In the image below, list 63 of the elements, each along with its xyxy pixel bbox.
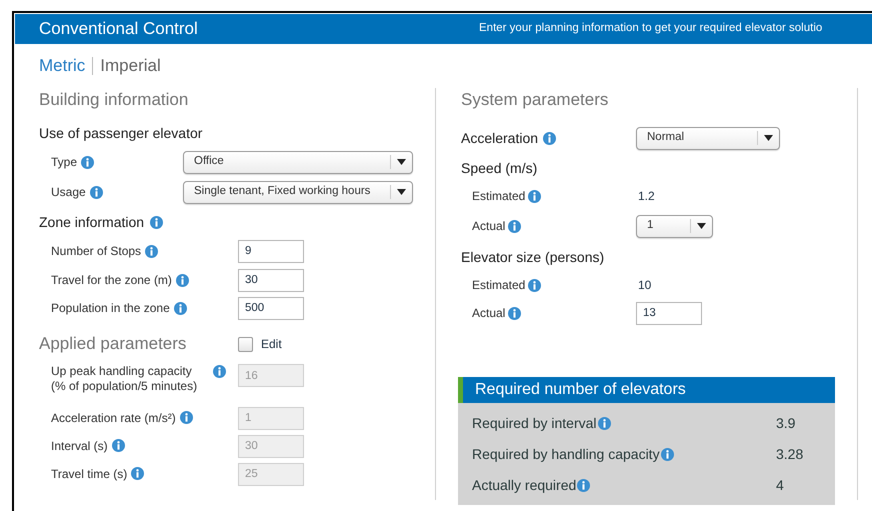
info-icon[interactable] xyxy=(508,220,522,232)
info-icon[interactable] xyxy=(81,156,94,168)
field-label: Number of Stops xyxy=(51,243,142,260)
field-sublabel: (% of population/5 minutes) xyxy=(51,379,198,394)
unit-tab[interactable]: Metric xyxy=(39,53,86,79)
field-label: Actual xyxy=(472,218,506,235)
info-icon[interactable] xyxy=(598,417,611,430)
dropdown[interactable]: Normal xyxy=(636,126,780,150)
input-field[interactable]: 13 xyxy=(636,302,702,324)
dropdown[interactable]: Office xyxy=(183,150,413,174)
info-icon[interactable] xyxy=(577,479,590,492)
group-title: Use of passenger elevator xyxy=(39,124,202,143)
input-field[interactable]: 9 xyxy=(238,240,304,262)
field-label: Acceleration rate (m/s²) xyxy=(51,410,176,426)
info-icon[interactable] xyxy=(176,274,189,286)
field-label: Interval (s) xyxy=(51,438,108,454)
caret-icon xyxy=(764,135,773,141)
info-icon[interactable] xyxy=(508,306,522,320)
field-label: Actual xyxy=(472,305,506,322)
section-title: System parameters xyxy=(461,89,608,112)
field-label: Up peak handling capacity xyxy=(51,364,193,379)
caret-icon xyxy=(397,159,406,165)
group-title: Speed (m/s) xyxy=(461,158,538,178)
result-value: 4 xyxy=(776,476,784,495)
page-title: Conventional Control xyxy=(39,18,199,40)
checkbox-label: Edit xyxy=(261,336,282,353)
section-title: Applied parameters xyxy=(39,333,188,356)
info-icon[interactable] xyxy=(150,216,164,228)
result-label: Actually required xyxy=(472,476,576,495)
tagline: Enter your planning information to get your required elevator solutio xyxy=(479,21,822,36)
info-icon[interactable] xyxy=(145,244,158,258)
field-label: Estimated xyxy=(472,188,526,205)
field-label: Population in the zone xyxy=(51,300,170,317)
info-icon[interactable] xyxy=(90,186,103,198)
caret-icon xyxy=(697,223,706,229)
info-icon[interactable] xyxy=(660,448,674,461)
field-label: Type xyxy=(51,154,78,171)
value-text: 10 xyxy=(637,277,652,294)
dropdown[interactable]: 1 xyxy=(636,214,713,238)
input-field[interactable]: 500 xyxy=(238,296,304,320)
result-value: 3.28 xyxy=(776,445,804,464)
info-icon[interactable] xyxy=(528,278,542,292)
group-title: Acceleration xyxy=(461,128,538,148)
result-label: Required by handling capacity xyxy=(472,445,660,464)
info-icon[interactable] xyxy=(174,302,187,314)
value-text: 1.2 xyxy=(637,188,655,205)
caret-icon xyxy=(397,189,406,195)
result-label: Required by interval xyxy=(472,414,597,433)
checkbox[interactable] xyxy=(238,336,253,352)
field-label: Estimated xyxy=(472,277,526,294)
group-title: Zone information xyxy=(39,212,144,232)
input-field[interactable]: 30 xyxy=(238,268,304,292)
field-label: Travel for the zone (m) xyxy=(51,272,172,289)
info-icon[interactable] xyxy=(543,132,556,144)
unit-tab[interactable]: Imperial xyxy=(100,53,161,79)
section-title: Building information xyxy=(39,89,188,112)
info-icon[interactable] xyxy=(528,190,542,202)
dropdown[interactable]: Single tenant, Fixed working hours xyxy=(183,180,413,204)
result-value: 3.9 xyxy=(776,414,796,433)
field-label: Travel time (s) xyxy=(51,466,128,482)
field-label: Usage xyxy=(51,184,86,201)
result-title: Required number of elevators xyxy=(475,380,686,400)
group-title: Elevator size (persons) xyxy=(461,248,604,267)
